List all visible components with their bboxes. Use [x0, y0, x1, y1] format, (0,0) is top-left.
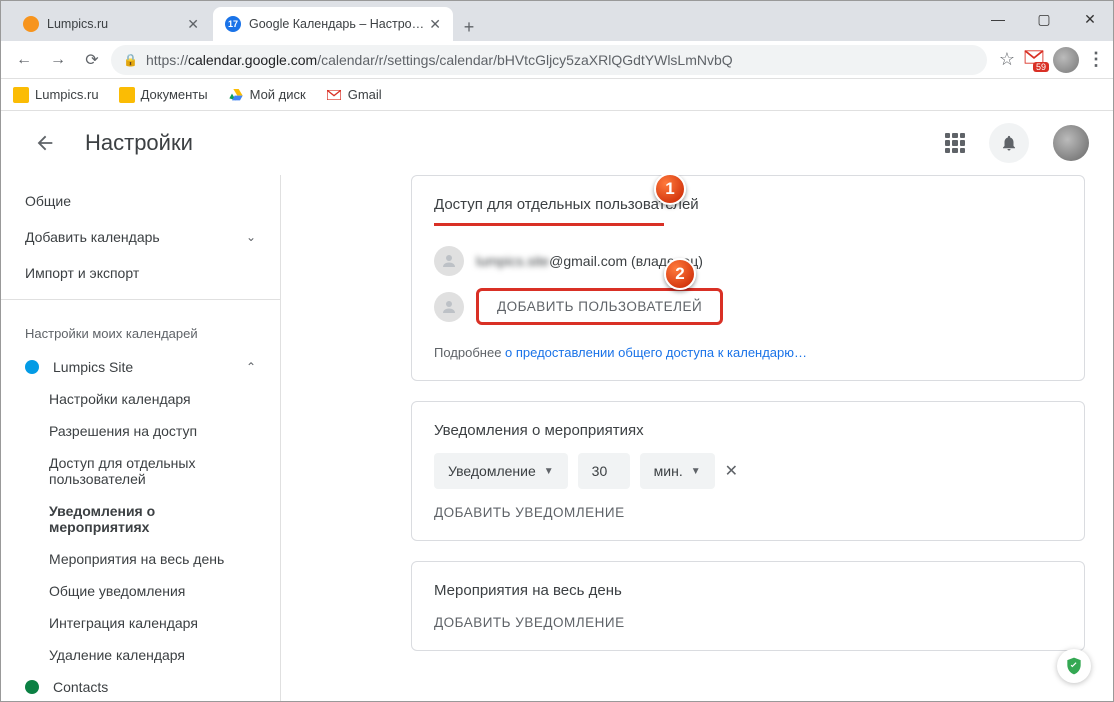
favicon-icon: 17 — [225, 16, 241, 32]
sidebar-sub-calendar-settings[interactable]: Настройки календаря — [1, 383, 280, 415]
sidebar-calendar-lumpics[interactable]: Lumpics Site ⌃ — [1, 351, 280, 383]
sidebar-item-label: Общие — [25, 193, 71, 209]
notification-value-input[interactable]: 30 — [578, 453, 630, 489]
bookmark-drive[interactable]: Мой диск — [228, 87, 306, 103]
tab-close-icon[interactable]: ✕ — [187, 16, 199, 33]
app-header: Настройки — [1, 111, 1113, 175]
favicon-icon — [23, 16, 39, 32]
bookmark-label: Lumpics.ru — [35, 87, 99, 102]
lock-icon: 🔒 — [123, 53, 138, 67]
new-tab-button[interactable]: + — [455, 13, 483, 41]
learn-more-link[interactable]: о предоставлении общего доступа к календ… — [505, 345, 807, 360]
calendar-name: Contacts — [53, 679, 108, 695]
bookmark-label: Документы — [141, 87, 208, 102]
tab-strip: Lumpics.ru ✕ 17 Google Календарь – Настр… — [1, 1, 1113, 41]
address-bar: ← → ⟳ 🔒 https://calendar.google.com/cale… — [1, 41, 1113, 79]
notification-unit-select[interactable]: мин.▼ — [640, 453, 715, 489]
sidebar-sub-share-specific[interactable]: Доступ для отдельных пользователей — [1, 447, 280, 495]
sidebar-sub-event-notifications[interactable]: Уведомления о мероприятиях — [1, 495, 280, 543]
divider — [1, 299, 280, 300]
url-path: /calendar/r/settings/calendar/bHVtcGljcy… — [317, 52, 732, 68]
sidebar-sub-remove-calendar[interactable]: Удаление календаря — [1, 639, 280, 671]
add-users-row: ДОБАВИТЬ ПОЛЬЗОВАТЕЛЕЙ — [434, 282, 1062, 331]
nav-reload-icon[interactable]: ⟳ — [77, 45, 107, 75]
bookmark-gmail[interactable]: Gmail — [326, 87, 382, 103]
sidebar-sub-allday-events[interactable]: Мероприятия на весь день — [1, 543, 280, 575]
owner-row: lumpics.site@gmail.com (владелец) — [434, 240, 1062, 282]
drive-icon — [228, 87, 244, 103]
chevron-down-icon: ⌄ — [246, 230, 256, 244]
url-input[interactable]: 🔒 https://calendar.google.com/calendar/r… — [111, 45, 987, 75]
add-notification-button[interactable]: ДОБАВИТЬ УВЕДОМЛЕНИЕ — [434, 615, 1062, 630]
tab-title: Lumpics.ru — [47, 17, 108, 31]
window-maximize[interactable]: ▢ — [1021, 1, 1067, 37]
add-users-button[interactable]: ДОБАВИТЬ ПОЛЬЗОВАТЕЛЕЙ — [476, 288, 723, 325]
bookmark-documents[interactable]: Документы — [119, 87, 208, 103]
bookmarks-bar: Lumpics.ru Документы Мой диск Gmail — [1, 79, 1113, 111]
add-notification-button[interactable]: ДОБАВИТЬ УВЕДОМЛЕНИЕ — [434, 505, 1062, 520]
card-title: Уведомления о мероприятиях — [434, 422, 1062, 439]
card-allday-events: Мероприятия на весь день ДОБАВИТЬ УВЕДОМ… — [411, 561, 1085, 651]
security-shield-icon[interactable] — [1057, 649, 1091, 683]
bookmark-label: Gmail — [348, 87, 382, 102]
url-scheme: https:// — [146, 52, 188, 68]
notification-row: Уведомление▼ 30 мин.▼ ✕ — [434, 453, 1062, 489]
settings-sidebar: Общие Добавить календарь ⌄ Импорт и экспо… — [1, 175, 281, 701]
remove-notification-icon[interactable]: ✕ — [725, 461, 738, 481]
sidebar-section-label: Настройки моих календарей — [1, 308, 280, 351]
url-domain: calendar.google.com — [188, 52, 317, 68]
bookmark-star-icon[interactable]: ☆ — [999, 49, 1015, 70]
caret-down-icon: ▼ — [544, 466, 554, 477]
card-event-notifications: Уведомления о мероприятиях Уведомление▼ … — [411, 401, 1085, 541]
sidebar-sub-integrate-calendar[interactable]: Интеграция календаря — [1, 607, 280, 639]
bookmark-label: Мой диск — [250, 87, 306, 102]
calendar-name: Lumpics Site — [53, 359, 232, 375]
person-icon — [434, 246, 464, 276]
caret-down-icon: ▼ — [691, 466, 701, 477]
back-arrow-icon[interactable] — [25, 123, 65, 163]
card-title: Мероприятия на весь день — [434, 582, 1062, 599]
tab-lumpics[interactable]: Lumpics.ru ✕ — [11, 7, 211, 41]
profile-avatar-icon[interactable] — [1053, 47, 1079, 73]
card-title: Доступ для отдельных пользователей — [434, 196, 1062, 213]
window-close[interactable]: ✕ — [1067, 1, 1113, 37]
notification-type-select[interactable]: Уведомление▼ — [434, 453, 568, 489]
annotation-underline — [434, 223, 664, 226]
sidebar-item-label: Импорт и экспорт — [25, 265, 139, 281]
notifications-bell-icon[interactable] — [989, 123, 1029, 163]
window-minimize[interactable]: — — [975, 1, 1021, 37]
sidebar-sub-access-permissions[interactable]: Разрешения на доступ — [1, 415, 280, 447]
gmail-extension-icon[interactable]: 59 — [1023, 49, 1045, 70]
tab-close-icon[interactable]: ✕ — [429, 16, 441, 33]
sidebar-item-general[interactable]: Общие — [1, 183, 280, 219]
page-title: Настройки — [85, 130, 193, 156]
browser-menu-icon[interactable]: ⋮ — [1087, 49, 1105, 70]
calendar-color-dot — [25, 360, 39, 374]
sidebar-sub-general-notifications[interactable]: Общие уведомления — [1, 575, 280, 607]
sidebar-item-add-calendar[interactable]: Добавить календарь ⌄ — [1, 219, 280, 255]
folder-icon — [119, 87, 135, 103]
nav-back-icon[interactable]: ← — [9, 45, 39, 75]
bookmark-lumpics[interactable]: Lumpics.ru — [13, 87, 99, 103]
calendar-color-dot — [25, 680, 39, 694]
account-avatar[interactable] — [1053, 125, 1089, 161]
tab-title: Google Календарь – Настройки — [249, 17, 429, 31]
person-icon — [434, 292, 464, 322]
google-apps-icon[interactable] — [945, 133, 965, 153]
annotation-callout-2: 2 — [664, 258, 696, 290]
gmail-icon — [326, 87, 342, 103]
sidebar-calendar-contacts[interactable]: Contacts — [1, 671, 280, 701]
gmail-count-badge: 59 — [1033, 62, 1049, 72]
tab-gcal-settings[interactable]: 17 Google Календарь – Настройки ✕ — [213, 7, 453, 41]
sidebar-item-label: Добавить календарь — [25, 229, 160, 245]
learn-more-text: Подробнее о предоставлении общего доступ… — [434, 345, 1062, 360]
chevron-up-icon: ⌃ — [246, 360, 256, 374]
main-content: Доступ для отдельных пользователей lumpi… — [281, 175, 1113, 701]
nav-forward-icon[interactable]: → — [43, 45, 73, 75]
sidebar-item-import-export[interactable]: Импорт и экспорт — [1, 255, 280, 291]
card-share-specific: Доступ для отдельных пользователей lumpi… — [411, 175, 1085, 381]
folder-icon — [13, 87, 29, 103]
